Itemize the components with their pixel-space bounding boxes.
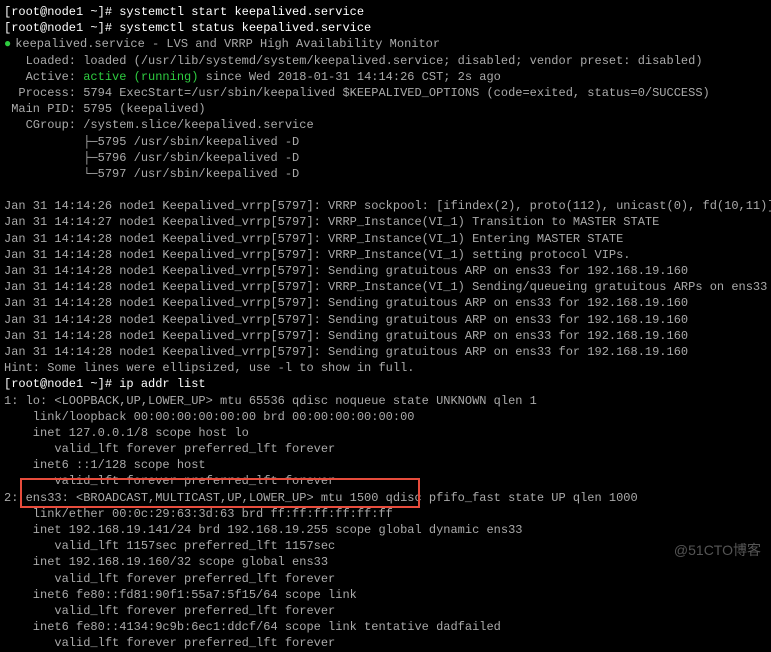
log-line: Jan 31 14:14:26 node1 Keepalived_vrrp[57…: [4, 198, 767, 214]
status-bullet-icon: ●: [4, 37, 11, 51]
iface-header: 2: ens33: <BROADCAST,MULTICAST,UP,LOWER_…: [4, 490, 767, 506]
process-line: Process: 5794 ExecStart=/usr/sbin/keepal…: [4, 85, 767, 101]
iface-valid: valid_lft forever preferred_lft forever: [4, 473, 767, 489]
shell-prompt: [root@node1 ~]#: [4, 21, 119, 35]
blank-line: [4, 182, 767, 198]
iface-link: link/ether 00:0c:29:63:3d:63 brd ff:ff:f…: [4, 506, 767, 522]
iface-inet6: inet6 fe80::fd81:90f1:55a7:5f15/64 scope…: [4, 587, 767, 603]
iface-header: 1: lo: <LOOPBACK,UP,LOWER_UP> mtu 65536 …: [4, 393, 767, 409]
log-line: Jan 31 14:14:28 node1 Keepalived_vrrp[57…: [4, 312, 767, 328]
terminal-line: [root@node1 ~]# systemctl start keepaliv…: [4, 4, 767, 20]
log-line: Jan 31 14:14:28 node1 Keepalived_vrrp[57…: [4, 279, 767, 295]
active-since: since Wed 2018-01-31 14:14:26 CST; 2s ag…: [198, 70, 500, 84]
iface-valid: valid_lft 1157sec preferred_lft 1157sec: [4, 538, 767, 554]
iface-link: link/loopback 00:00:00:00:00:00 brd 00:0…: [4, 409, 767, 425]
log-line: Jan 31 14:14:28 node1 Keepalived_vrrp[57…: [4, 328, 767, 344]
log-line: Jan 31 14:14:28 node1 Keepalived_vrrp[57…: [4, 247, 767, 263]
service-header: ● keepalived.service - LVS and VRRP High …: [4, 36, 767, 52]
command-text: systemctl start keepalived.service: [119, 5, 364, 19]
cgroup-child: ├─5795 /usr/sbin/keepalived -D: [4, 134, 767, 150]
terminal-line: [root@node1 ~]# systemctl status keepali…: [4, 20, 767, 36]
active-state: active (running): [83, 70, 198, 84]
iface-inet-vip: inet 192.168.19.160/32 scope global ens3…: [4, 554, 767, 570]
iface-valid: valid_lft forever preferred_lft forever: [4, 571, 767, 587]
log-line: Jan 31 14:14:28 node1 Keepalived_vrrp[57…: [4, 295, 767, 311]
iface-inet: inet 192.168.19.141/24 brd 192.168.19.25…: [4, 522, 767, 538]
iface-valid: valid_lft forever preferred_lft forever: [4, 603, 767, 619]
shell-prompt: [root@node1 ~]#: [4, 5, 119, 19]
cgroup-child: ├─5796 /usr/sbin/keepalived -D: [4, 150, 767, 166]
log-line: Jan 31 14:14:27 node1 Keepalived_vrrp[57…: [4, 214, 767, 230]
active-line: Active: active (running) since Wed 2018-…: [4, 69, 767, 85]
cgroup-line: CGroup: /system.slice/keepalived.service: [4, 117, 767, 133]
shell-prompt: [root@node1 ~]#: [4, 377, 119, 391]
active-label: Active:: [4, 70, 83, 84]
hint-line: Hint: Some lines were ellipsized, use -l…: [4, 360, 767, 376]
mainpid-line: Main PID: 5795 (keepalived): [4, 101, 767, 117]
loaded-line: Loaded: loaded (/usr/lib/systemd/system/…: [4, 53, 767, 69]
terminal-line: [root@node1 ~]# ip addr list: [4, 376, 767, 392]
iface-valid: valid_lft forever preferred_lft forever: [4, 441, 767, 457]
log-line: Jan 31 14:14:28 node1 Keepalived_vrrp[57…: [4, 263, 767, 279]
log-line: Jan 31 14:14:28 node1 Keepalived_vrrp[57…: [4, 231, 767, 247]
log-line: Jan 31 14:14:28 node1 Keepalived_vrrp[57…: [4, 344, 767, 360]
service-desc: keepalived.service - LVS and VRRP High A…: [15, 37, 440, 51]
cgroup-child: └─5797 /usr/sbin/keepalived -D: [4, 166, 767, 182]
iface-inet6: inet6 fe80::4134:9c9b:6ec1:ddcf/64 scope…: [4, 619, 767, 635]
iface-valid: valid_lft forever preferred_lft forever: [4, 635, 767, 651]
iface-inet: inet 127.0.0.1/8 scope host lo: [4, 425, 767, 441]
command-text: systemctl status keepalived.service: [119, 21, 371, 35]
command-text: ip addr list: [119, 377, 205, 391]
iface-inet6: inet6 ::1/128 scope host: [4, 457, 767, 473]
watermark-text: @51CTO博客: [674, 541, 761, 560]
